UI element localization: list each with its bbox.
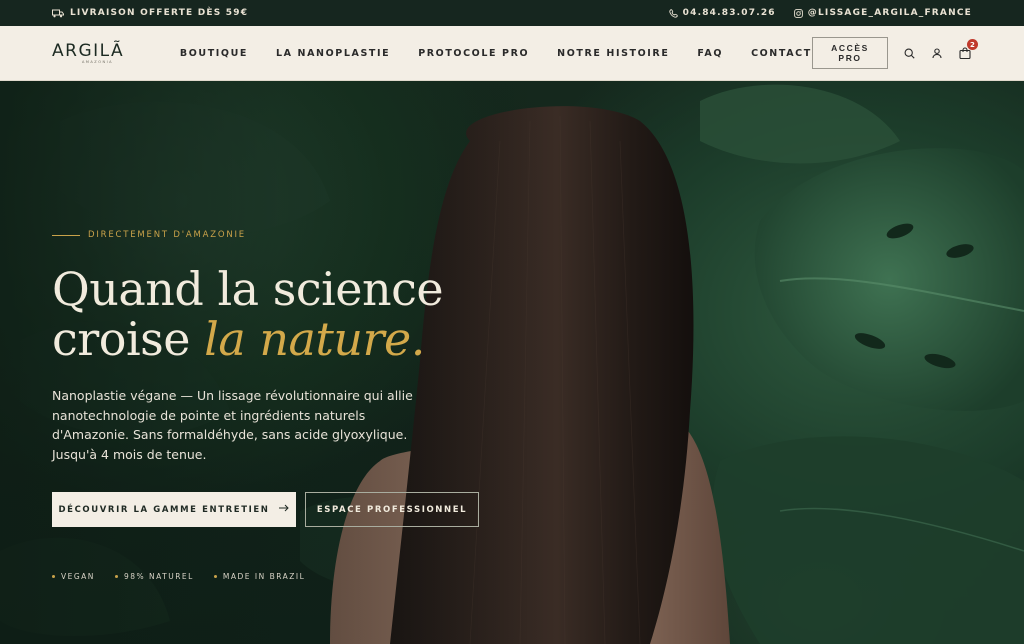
eyebrow-divider [52, 234, 80, 236]
headline-line-2: croise [52, 312, 205, 366]
main-navigation: BOUTIQUE LA NANOPLASTIE PROTOCOLE PRO NO… [180, 48, 812, 59]
nav-item-notre-histoire[interactable]: NOTRE HISTOIRE [557, 48, 669, 59]
professional-space-button[interactable]: ESPACE PROFESSIONNEL [305, 492, 479, 527]
logo-subtitle: AMAZONIA [82, 59, 114, 64]
phone-number: 04.84.83.07.26 [682, 8, 776, 18]
discover-range-button[interactable]: DÉCOUVRIR LA GAMME ENTRETIEN [52, 492, 296, 527]
arrow-right-icon [279, 504, 290, 515]
logo-wordmark: ARGILÃ [52, 40, 125, 61]
nav-item-protocole-pro[interactable]: PROTOCOLE PRO [418, 48, 529, 59]
truck-icon [52, 9, 64, 18]
hero-badges: VEGAN 98% NATUREL MADE IN BRAZIL [52, 572, 305, 581]
badge-label: 98% NATUREL [123, 572, 194, 581]
eyebrow-text: DIRECTEMENT D'AMAZONIE [88, 230, 246, 240]
instagram-link[interactable]: @LISSAGE_ARGILA_FRANCE [793, 8, 972, 18]
main-header: ARGILÃ AMAZONIA BOUTIQUE LA NANOPLASTIE … [0, 26, 1024, 81]
badge-dot [213, 575, 217, 578]
badge-made-in-brazil: MADE IN BRAZIL [213, 572, 306, 581]
badge-dot [52, 575, 55, 578]
search-icon[interactable] [902, 45, 916, 61]
hero-headline: Quand la science croise la nature. [52, 262, 444, 366]
headline-line-1: Quand la science [52, 262, 444, 316]
phone-icon [669, 8, 678, 18]
badge-natural: 98% NATUREL [114, 572, 194, 581]
hero-eyebrow: DIRECTEMENT D'AMAZONIE [52, 230, 246, 240]
hero-content: DIRECTEMENT D'AMAZONIE Quand la science … [52, 81, 532, 644]
nav-item-nanoplastie[interactable]: LA NANOPLASTIE [276, 48, 390, 59]
hero-description: Nanoplastie végane — Un lissage révoluti… [52, 388, 413, 462]
shipping-text: LIVRAISON OFFERTE DÈS 59€ [70, 8, 249, 18]
pro-access-button[interactable]: ACCÈS PRO [811, 37, 889, 69]
badge-label: VEGAN [61, 572, 95, 581]
badge-label: MADE IN BRAZIL [222, 572, 306, 581]
badge-dot [114, 575, 118, 578]
instagram-handle: @LISSAGE_ARGILA_FRANCE [807, 8, 972, 18]
brand-logo[interactable]: ARGILÃ AMAZONIA [52, 40, 162, 64]
nav-item-boutique[interactable]: BOUTIQUE [180, 48, 248, 59]
discover-range-label: DÉCOUVRIR LA GAMME ENTRETIEN [58, 504, 270, 515]
badge-vegan: VEGAN [52, 572, 95, 581]
top-announcement-bar: LIVRAISON OFFERTE DÈS 59€ 04.84.83.07.26… [0, 0, 1024, 26]
instagram-icon [793, 8, 803, 18]
phone-link[interactable]: 04.84.83.07.26 [669, 8, 776, 18]
shipping-notice: LIVRAISON OFFERTE DÈS 59€ [52, 8, 248, 18]
nav-item-faq[interactable]: FAQ [697, 48, 723, 59]
hero-section: DIRECTEMENT D'AMAZONIE Quand la science … [0, 81, 1024, 644]
headline-accent: la nature. [204, 312, 425, 366]
cart-count-badge: 2 [966, 39, 978, 50]
shopping-bag-icon[interactable]: 2 [958, 39, 978, 61]
user-icon[interactable] [930, 45, 944, 61]
nav-item-contact[interactable]: CONTACT [751, 48, 812, 59]
